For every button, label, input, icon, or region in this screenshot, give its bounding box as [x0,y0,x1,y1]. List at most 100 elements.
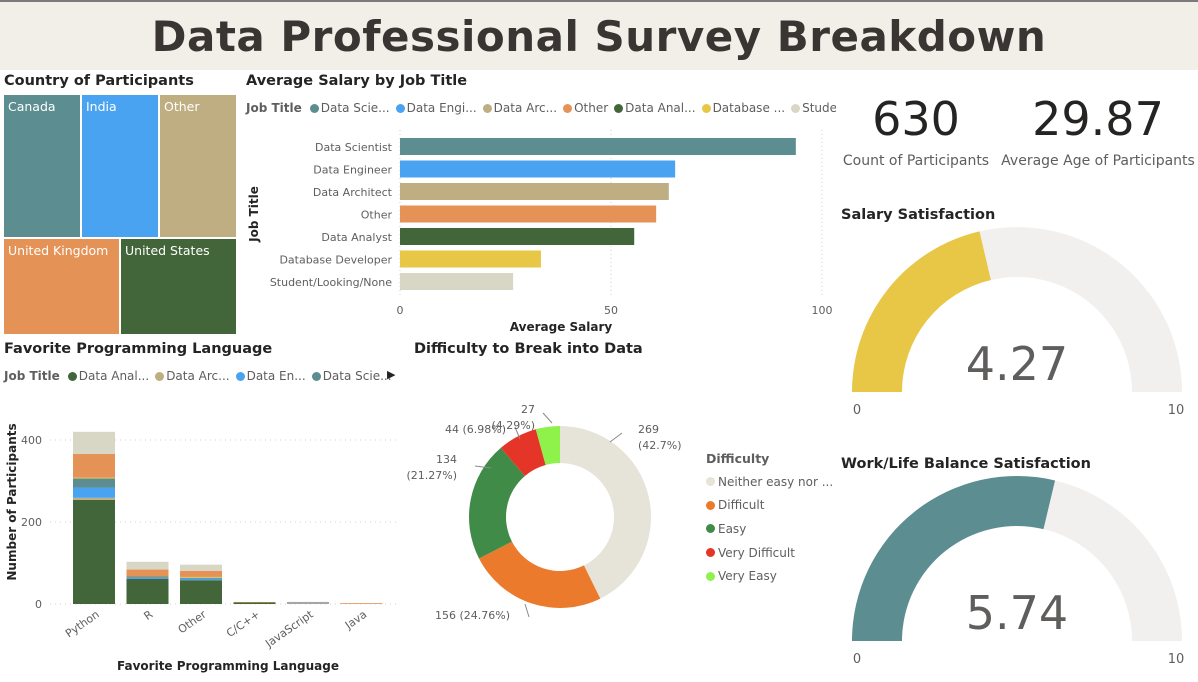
x-tick-label: 0 [397,304,404,317]
salary-chart-legend: Job Title Data Scie... Data Engi... Data A… [246,101,865,115]
x-tick-label: 50 [604,304,618,317]
legend-item[interactable]: Data Scie... [311,369,392,383]
y-axis-title: Number of Participants [5,423,19,580]
legend-dot-icon [309,103,319,113]
salary-bar[interactable] [400,250,541,268]
stacked-bar-segment[interactable] [73,499,115,604]
salary-satisfaction-title: Salary Satisfaction [841,207,996,223]
treemap-cell-other[interactable]: Other [160,95,236,237]
stacked-bar-segment[interactable] [126,576,169,578]
stacked-bar-segment[interactable] [340,603,383,604]
treemap-cell-india[interactable]: India [82,95,158,237]
legend-dot-icon [67,371,77,381]
y-category-label: Other [361,209,393,222]
gauge-max-label: 10 [1168,652,1185,667]
legend-dot-icon [614,103,624,113]
legend-item[interactable]: Data Anal... [67,369,149,383]
treemap-label: United Kingdom [8,243,109,258]
legend-item[interactable]: Neither easy nor ... [706,470,833,494]
legend-dot-icon [706,571,715,581]
legend-item[interactable]: Difficult [706,494,833,518]
legend-next-arrow-icon[interactable]: ▶ [387,368,395,381]
salary-bar[interactable] [400,228,635,245]
stacked-bar-segment[interactable] [126,577,169,579]
legend-item[interactable]: Data Arc... [155,369,230,383]
stacked-bar-segment[interactable] [73,497,115,500]
salary-satisfaction-gauge: 4.27 0 10 [852,227,1184,418]
stacked-bar-segment[interactable] [73,477,115,479]
donut-data-label: 134 (21.27%) [406,453,457,482]
country-treemap: Canada India Other United Kingdom United… [4,95,236,334]
stacked-bar-segment[interactable] [233,602,276,604]
gauge-value: 4.27 [966,337,1068,391]
legend-label: Easy [718,521,747,536]
x-axis-title: Average Salary [510,320,613,334]
legend-dot-icon [706,500,715,510]
legend-item[interactable]: Data Anal... [614,101,696,115]
y-tick-label: 200 [21,516,42,529]
stacked-bar-segment[interactable] [126,578,169,604]
gauge-value: 5.74 [966,586,1068,640]
x-axis-title: Favorite Programming Language [117,659,339,673]
donut-slice[interactable] [479,541,601,608]
legend-item[interactable]: Data Arc... [482,101,557,115]
stacked-bar-segment[interactable] [73,478,115,488]
language-chart-legend: Job Title Data Anal... Data Arc... Data En… [4,369,392,383]
legend-item[interactable]: Data En... [235,369,306,383]
stacked-bar-segment[interactable] [73,487,115,498]
legend-item[interactable]: Very Difficult [706,541,833,565]
x-tick-label: Other [176,608,209,637]
stacked-bar-segment[interactable] [180,577,222,579]
x-tick-label: C/C++ [224,608,262,640]
x-tick-label: JavaScript [262,607,316,650]
legend-dot-icon [311,371,321,381]
count-participants-label: Count of Participants [842,153,990,169]
y-category-label: Data Engineer [313,164,392,177]
stacked-bar-segment[interactable] [126,569,169,577]
legend-dot-icon [706,524,715,534]
legend-label: Data Anal... [625,101,696,115]
legend-label: Data Scie... [322,369,392,383]
legend-item[interactable]: Data Scie... [309,101,390,115]
legend-label: Other [574,101,609,115]
treemap-cell-united-kingdom[interactable]: United Kingdom [4,239,119,334]
stacked-bar-segment[interactable] [126,561,169,570]
language-chart-title: Favorite Programming Language [4,341,273,357]
x-tick-label: Python [63,608,102,641]
y-category-label: Student/Looking/None [270,276,392,289]
stacked-bar-segment[interactable] [180,576,222,578]
legend-dot-icon [482,103,492,113]
salary-bar[interactable] [400,138,796,155]
treemap-cell-united-states[interactable]: United States [121,239,236,334]
legend-item[interactable]: Other [563,101,608,115]
legend-item[interactable]: Data Engi... [395,101,477,115]
salary-bar[interactable] [400,160,676,178]
treemap-cell-canada[interactable]: Canada [4,95,80,237]
stacked-bar-segment[interactable] [180,578,222,581]
salary-bar[interactable] [400,273,514,290]
salary-bar[interactable] [400,183,669,200]
stacked-bar-segment[interactable] [73,453,115,478]
dashboard-header: Data Professional Survey Breakdown [0,0,1198,70]
difficulty-legend-title: Difficulty [706,451,770,466]
stacked-bar-segment[interactable] [180,580,222,604]
legend-label: Data En... [246,369,306,383]
stacked-bar-segment[interactable] [73,431,115,454]
gauge-min-label: 0 [853,403,861,418]
legend-label: Data Scie... [320,101,390,115]
legend-item[interactable]: Very Easy [706,564,833,588]
y-tick-label: 0 [35,598,42,611]
stacked-bar-segment[interactable] [287,601,329,604]
salary-bar[interactable] [400,205,657,223]
difficulty-chart-title: Difficulty to Break into Data [414,341,643,357]
legend-item[interactable]: Database ... [701,101,785,115]
stacked-bar-segment[interactable] [180,570,222,577]
salary-bar-chart: 0 50 100 Data Scientist Data Engineer Data Ar… [247,130,833,334]
y-tick-label: 400 [21,434,42,447]
stacked-bar-segment[interactable] [180,564,222,571]
average-age-label: Average Age of Participants [1001,153,1195,169]
legend-item[interactable]: Easy [706,517,833,541]
gauge-min-label: 0 [853,652,861,667]
x-tick-label: Java [342,608,369,633]
legend-dot-icon [235,371,245,381]
